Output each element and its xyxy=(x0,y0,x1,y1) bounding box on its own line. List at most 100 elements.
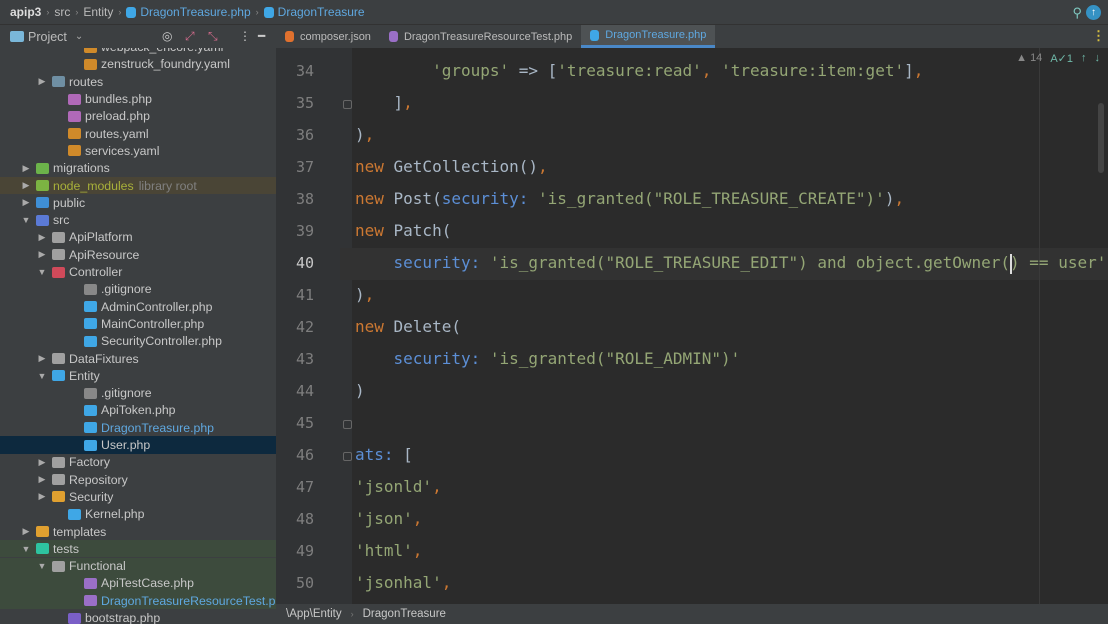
chevron-right-icon[interactable]: ▶ xyxy=(20,163,32,174)
code-line[interactable]: 'jsonld', xyxy=(355,477,442,496)
tree-item[interactable]: services.yaml xyxy=(0,142,276,159)
tab-2[interactable]: DragonTreasure.php xyxy=(581,25,716,48)
tab-0[interactable]: composer.json xyxy=(276,25,380,48)
code-line[interactable]: 'json', xyxy=(355,509,422,528)
chevron-down-icon[interactable]: ▼ xyxy=(36,267,48,277)
code-token: 'html' xyxy=(355,541,413,560)
tree-item-label: .gitignore xyxy=(101,282,152,297)
tree-item[interactable]: ▶ routes xyxy=(0,73,276,90)
code-line[interactable]: new Patch( xyxy=(355,221,451,240)
fold-marker-icon[interactable] xyxy=(343,100,352,109)
tree-item[interactable]: ▼ tests xyxy=(0,540,276,558)
tree-item-label: zenstruck_foundry.yaml xyxy=(101,57,230,72)
expand-all-icon[interactable]: ⤢ xyxy=(185,29,195,44)
tree-item[interactable]: ▶ DataFixtures xyxy=(0,350,276,367)
code-line[interactable]: new Post(security: 'is_granted("ROLE_TRE… xyxy=(355,189,904,208)
tree-item[interactable]: ▼ Functional xyxy=(0,557,276,575)
locate-icon[interactable]: ◎ xyxy=(162,29,172,43)
breadcrumb-file[interactable]: DragonTreasure.php xyxy=(140,5,250,19)
namespace-crumb[interactable]: \App\Entity xyxy=(286,608,342,620)
code-line[interactable]: ) xyxy=(355,381,365,400)
tree-item[interactable]: ▶ migrations xyxy=(0,160,276,177)
tree-item[interactable]: .gitignore xyxy=(0,281,276,298)
inspection-widget[interactable]: ▲ 14 A✓1 ↑ ↓ xyxy=(1016,52,1100,65)
project-view-selector[interactable]: Project xyxy=(28,30,67,44)
chevron-down-icon[interactable]: ▼ xyxy=(20,544,32,554)
tab-1[interactable]: DragonTreasureResourceTest.php xyxy=(380,25,581,48)
tree-item-label: preload.php xyxy=(85,109,150,124)
code-line[interactable]: new Delete( xyxy=(355,317,461,336)
previous-highlight-icon[interactable]: ↑ xyxy=(1081,52,1087,65)
code-line[interactable]: security: 'is_granted("ROLE_TREASURE_EDI… xyxy=(355,253,1107,272)
tree-item[interactable]: ▼ src xyxy=(0,212,276,229)
update-icon[interactable]: ↑ xyxy=(1086,5,1101,20)
code-line[interactable]: security: 'is_granted("ROLE_ADMIN")' xyxy=(355,349,741,368)
chevron-down-icon[interactable]: ⌄ xyxy=(75,31,83,42)
tree-item[interactable]: ▼ Controller xyxy=(0,263,276,280)
chevron-right-icon[interactable]: ▶ xyxy=(36,353,48,364)
chevron-right-icon[interactable]: ▶ xyxy=(36,232,48,243)
code-line[interactable]: 'html', xyxy=(355,541,422,560)
class-crumb[interactable]: DragonTreasure xyxy=(363,608,446,620)
tree-item[interactable]: User.php xyxy=(0,436,276,454)
tree-item[interactable]: AdminController.php xyxy=(0,298,276,315)
search-icon[interactable]: ⚲ xyxy=(1072,5,1082,21)
chevron-right-icon[interactable]: ▶ xyxy=(20,180,32,191)
tree-item[interactable]: ApiTestCase.php xyxy=(0,574,276,593)
tree-item[interactable]: ▶ ApiResource xyxy=(0,246,276,263)
tree-item[interactable]: ApiToken.php xyxy=(0,402,276,419)
next-highlight-icon[interactable]: ↓ xyxy=(1095,52,1101,65)
fold-marker-icon[interactable] xyxy=(343,452,352,461)
chevron-right-icon[interactable]: ▶ xyxy=(36,491,48,502)
chevron-right-icon[interactable]: ▶ xyxy=(20,526,32,537)
hide-panel-icon[interactable]: ━ xyxy=(258,29,265,43)
code-line[interactable]: 'jsonhal', xyxy=(355,573,451,592)
chevron-right-icon[interactable]: ▶ xyxy=(36,457,48,468)
tree-item[interactable]: bundles.php xyxy=(0,90,276,107)
code-line[interactable]: ats: [ xyxy=(355,445,413,464)
tree-item[interactable]: DragonTreasure.php xyxy=(0,419,276,436)
chevron-right-icon[interactable]: ▶ xyxy=(36,474,48,485)
collapse-all-icon[interactable]: ⤡ xyxy=(208,29,218,44)
fold-marker-icon[interactable] xyxy=(343,420,352,429)
breadcrumb-class[interactable]: DragonTreasure xyxy=(278,5,365,19)
chevron-down-icon[interactable]: ▼ xyxy=(20,215,32,225)
tree-item[interactable]: preload.php xyxy=(0,108,276,125)
breadcrumb-entity[interactable]: Entity xyxy=(83,5,113,19)
chevron-right-icon[interactable]: ▶ xyxy=(36,76,48,87)
tree-item[interactable]: Kernel.php xyxy=(0,506,276,523)
tree-item[interactable]: ▶ Security xyxy=(0,488,276,505)
code-line[interactable]: new GetCollection(), xyxy=(355,157,548,176)
editor-scrollbar[interactable] xyxy=(1098,103,1104,173)
tree-item[interactable]: zenstruck_foundry.yaml xyxy=(0,56,276,73)
chevron-right-icon[interactable]: ▶ xyxy=(36,249,48,260)
tree-item[interactable]: routes.yaml xyxy=(0,125,276,142)
breadcrumb-src[interactable]: src xyxy=(54,5,70,19)
breadcrumb-project[interactable]: apip3 xyxy=(10,5,41,19)
code-line[interactable]: 'groups' => ['treasure:read', 'treasure:… xyxy=(355,61,923,80)
code-editor[interactable]: 34 35 36 37 38 39 40 41 42 43 44 45 46 47 48 49 50 ▲ 14 … xyxy=(276,48,1108,604)
tree-item[interactable]: SecurityController.php xyxy=(0,333,276,350)
tree-item[interactable]: ▶ public xyxy=(0,194,276,211)
tree-item[interactable]: .gitignore xyxy=(0,385,276,402)
tree-item[interactable]: DragonTreasureResourceTest.php xyxy=(0,592,276,610)
more-options-icon[interactable]: ⋮ xyxy=(239,29,251,43)
code-line[interactable]: ], xyxy=(355,93,413,112)
tree-item[interactable]: webpack_encore.yaml xyxy=(0,48,276,56)
line-gutter: 34 35 36 37 38 39 40 41 42 43 44 45 46 47 48 49 50 xyxy=(276,48,352,604)
chevron-right-icon[interactable]: ▶ xyxy=(20,197,32,208)
tree-item[interactable]: ▶ ApiPlatform xyxy=(0,229,276,246)
tree-item[interactable]: ▶ templates xyxy=(0,523,276,540)
code-line[interactable]: ), xyxy=(355,285,374,304)
tree-item[interactable]: ▶ node_modules library root xyxy=(0,176,276,195)
tree-item[interactable]: bootstrap.php xyxy=(0,609,276,624)
tree-item[interactable]: ▶ Factory xyxy=(0,454,276,471)
chevron-down-icon[interactable]: ▼ xyxy=(36,561,48,571)
chevron-down-icon[interactable]: ▼ xyxy=(36,371,48,381)
code-line[interactable]: ), xyxy=(355,125,374,144)
tree-item[interactable]: MainController.php xyxy=(0,315,276,332)
tab-menu-icon[interactable]: ⋮ xyxy=(1092,28,1105,44)
tree-item[interactable]: ▼ Entity xyxy=(0,367,276,384)
tree-item[interactable]: ▶ Repository xyxy=(0,471,276,488)
